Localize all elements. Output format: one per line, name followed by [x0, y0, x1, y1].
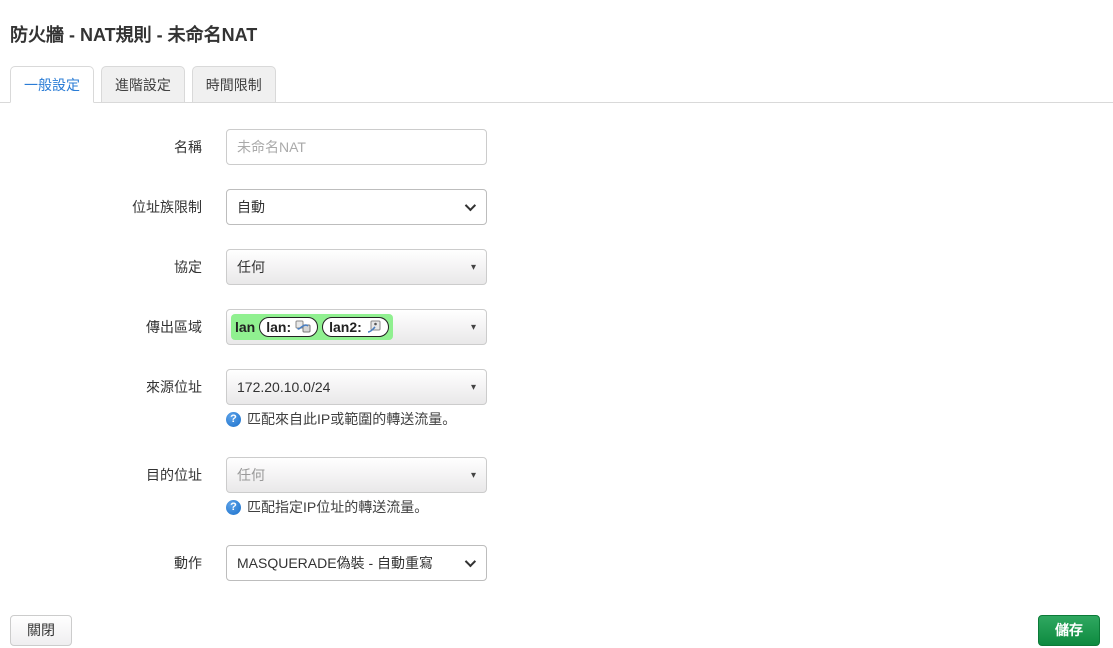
page-title: 防火牆 - NAT規則 - 未命名NAT [10, 21, 1113, 47]
action-value: MASQUERADE偽裝 - 自動重寫 [237, 553, 433, 573]
chevron-down-icon [465, 556, 476, 567]
interface-badge-lan: lan: [259, 317, 318, 337]
triangle-down-icon: ▾ [471, 262, 476, 273]
outbound-zone-label: 傳出區域 [0, 309, 226, 345]
row-outbound-zone: 傳出區域 lan lan: [0, 309, 1113, 345]
help-icon: ? [226, 500, 241, 515]
row-action: 動作 MASQUERADE偽裝 - 自動重寫 [0, 545, 1113, 581]
tab-bar: 一般設定 進階設定 時間限制 [0, 66, 1113, 103]
zone-name: lan [235, 319, 255, 335]
action-select[interactable]: MASQUERADE偽裝 - 自動重寫 [226, 545, 487, 581]
source-address-help-text: 匹配來自此IP或範圍的轉送流量。 [247, 409, 456, 429]
action-label: 動作 [0, 545, 226, 581]
footer-bar: 關閉 儲存 [0, 615, 1113, 646]
source-address-dropdown[interactable]: 172.20.10.0/24 ▾ [226, 369, 487, 405]
address-family-value: 自動 [237, 197, 265, 217]
name-label: 名稱 [0, 129, 226, 165]
triangle-down-icon: ▾ [471, 382, 476, 393]
destination-address-dropdown[interactable]: 任何 ▾ [226, 457, 487, 493]
chevron-down-icon [465, 200, 476, 211]
name-input[interactable] [226, 129, 487, 165]
row-destination-address: 目的位址 任何 ▾ ? 匹配指定IP位址的轉送流量。 [0, 457, 1113, 517]
interface-badge-lan2: lan2: [322, 317, 389, 337]
address-family-select[interactable]: 自動 [226, 189, 487, 225]
protocol-label: 協定 [0, 249, 226, 285]
tab-time-restrictions[interactable]: 時間限制 [192, 66, 276, 103]
row-address-family: 位址族限制 自動 [0, 189, 1113, 225]
triangle-down-icon: ▾ [471, 322, 476, 333]
destination-address-value: 任何 [237, 465, 265, 485]
save-button[interactable]: 儲存 [1038, 615, 1100, 646]
tab-general-settings[interactable]: 一般設定 [10, 66, 94, 103]
address-family-label: 位址族限制 [0, 189, 226, 225]
interface-name: lan: [266, 319, 291, 335]
source-address-help: ? 匹配來自此IP或範圍的轉送流量。 [226, 409, 487, 429]
protocol-dropdown[interactable]: 任何 ▾ [226, 249, 487, 285]
destination-address-label: 目的位址 [0, 457, 226, 493]
source-address-label: 來源位址 [0, 369, 226, 405]
row-name: 名稱 [0, 129, 1113, 165]
zone-badge-lan: lan lan: lan2: [231, 314, 393, 340]
destination-address-help: ? 匹配指定IP位址的轉送流量。 [226, 497, 487, 517]
nat-rule-form: 名稱 位址族限制 自動 協定 任何 ▾ 傳出區域 lan [0, 129, 1113, 581]
ethernet-switch-icon [295, 320, 311, 334]
outbound-zone-dropdown[interactable]: lan lan: lan2: [226, 309, 487, 345]
triangle-down-icon: ▾ [471, 470, 476, 481]
destination-address-help-text: 匹配指定IP位址的轉送流量。 [247, 497, 428, 517]
tab-advanced-settings[interactable]: 進階設定 [101, 66, 185, 103]
protocol-value: 任何 [237, 257, 265, 277]
ethernet-port-icon [366, 320, 382, 334]
row-protocol: 協定 任何 ▾ [0, 249, 1113, 285]
close-button[interactable]: 關閉 [10, 615, 72, 646]
source-address-value: 172.20.10.0/24 [237, 379, 330, 395]
help-icon: ? [226, 412, 241, 427]
row-source-address: 來源位址 172.20.10.0/24 ▾ ? 匹配來自此IP或範圍的轉送流量。 [0, 369, 1113, 429]
interface-name: lan2: [329, 319, 362, 335]
